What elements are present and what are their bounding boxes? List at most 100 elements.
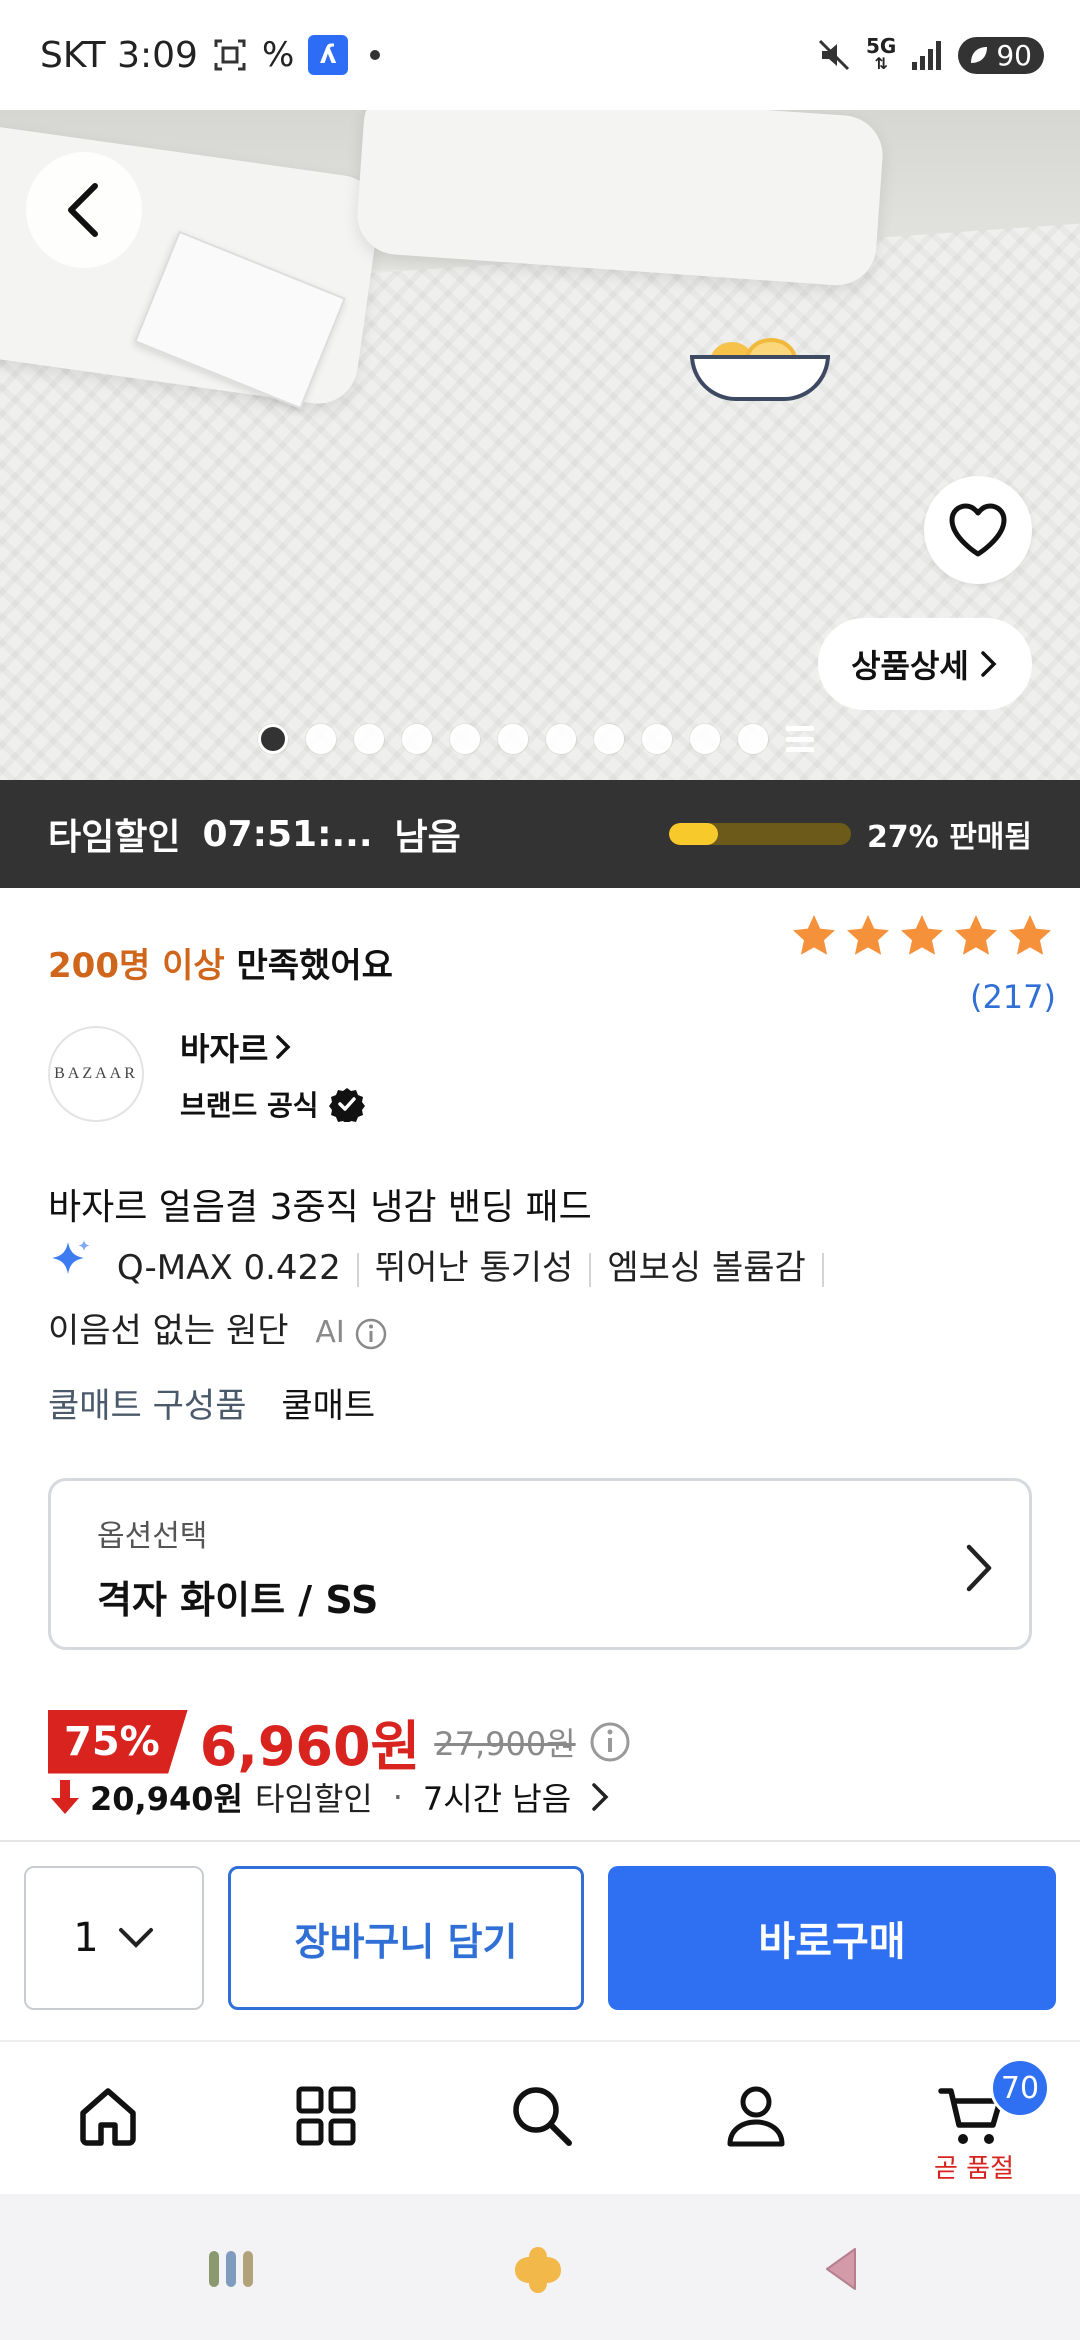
brand-official: 브랜드 공식 — [180, 1084, 365, 1124]
chevron-right-icon — [276, 1035, 291, 1059]
add-to-cart-button[interactable]: 장바구니 담기 — [228, 1866, 584, 2010]
info-icon[interactable] — [588, 1720, 632, 1764]
star-icon — [955, 915, 997, 955]
chevron-right-icon — [966, 1544, 992, 1592]
chevron-right-icon — [592, 1783, 609, 1811]
screenshot-icon — [212, 37, 248, 73]
ai-label: AI — [315, 1315, 345, 1350]
time-sale-countdown: 07:51:... — [202, 813, 373, 855]
carousel-dot[interactable] — [354, 724, 384, 754]
arrow-down-icon — [51, 1780, 79, 1814]
battery-indicator: 90 — [958, 36, 1044, 74]
feature-divider — [356, 1252, 359, 1287]
cart-sold-out-soon-label: 곧 품절 — [934, 2154, 1015, 2184]
review-count-link[interactable]: (217) — [970, 978, 1056, 1016]
purchase-action-bar: 1 장바구니 담기 바로구매 — [0, 1840, 1080, 2040]
wishlist-button[interactable] — [924, 476, 1032, 584]
battery-level: 90 — [996, 38, 1032, 72]
sale-price: 6,960원 — [199, 1715, 421, 1778]
product-image-carousel[interactable]: 상품상세 — [0, 110, 1080, 780]
home-icon — [80, 2088, 136, 2146]
discount-remaining: 7시간 남음 — [422, 1780, 572, 1818]
bottom-nav — [0, 2040, 1080, 2194]
carousel-dot[interactable] — [594, 724, 624, 754]
carousel-dot[interactable] — [402, 724, 432, 754]
recent-apps-button[interactable] — [206, 2244, 256, 2294]
chevron-left-icon — [68, 183, 98, 237]
option-value: 격자 화이트 / SS — [97, 1578, 379, 1622]
brand-name-link[interactable]: 바자르 — [180, 1024, 365, 1070]
home-system-button[interactable] — [510, 2242, 566, 2298]
product-detail-button[interactable]: 상품상세 — [818, 618, 1032, 710]
carousel-dot[interactable] — [498, 724, 528, 754]
brand-logo[interactable]: BAZAAR — [48, 1026, 144, 1122]
carousel-dot[interactable] — [546, 724, 576, 754]
rating-stars[interactable] — [790, 912, 1054, 960]
network-arrows-icon: ⇅ — [874, 54, 888, 73]
time-discount-row[interactable]: 20,940원 타임할인 · 7시간 남음 — [48, 1774, 617, 1820]
status-left: SKT 3:09 % ʎ — [40, 35, 381, 76]
discount-badge: 75% — [48, 1709, 188, 1774]
star-icon — [1009, 915, 1051, 955]
back-system-button[interactable] — [816, 2244, 866, 2294]
feature-item: 엠보싱 볼륨감 — [607, 1248, 806, 1288]
price-row: 75% 6,960원 27,900원 — [48, 1702, 632, 1781]
original-price: 27,900원 — [434, 1724, 576, 1763]
composition-label: 쿨매트 구성품 — [48, 1386, 247, 1426]
carousel-dot[interactable] — [690, 724, 720, 754]
quantity-select[interactable]: 1 — [24, 1866, 204, 2010]
ai-tag[interactable]: AI — [315, 1315, 388, 1350]
network-label: 5G — [866, 34, 897, 58]
percent-icon: % — [261, 35, 295, 75]
profile-icon — [727, 2086, 785, 2147]
separator-dot: · — [392, 1778, 403, 1816]
brand-text: 바자르 브랜드 공식 — [180, 1024, 365, 1124]
carousel-more-icon[interactable] — [786, 726, 814, 752]
nav-category[interactable] — [286, 2076, 366, 2156]
option-label: 옵션선택 — [97, 1519, 208, 1554]
feature-item: 이음선 없는 원단 — [48, 1311, 289, 1351]
system-navigation-bar — [0, 2194, 1080, 2340]
recent-apps-icon — [209, 2251, 253, 2287]
carousel-dot[interactable] — [450, 724, 480, 754]
satisfaction-highlight: 200명 이상 — [48, 946, 225, 986]
carousel-dot[interactable] — [258, 724, 288, 754]
carousel-pager[interactable] — [258, 724, 814, 754]
satisfaction-text: 200명 이상 만족했어요 — [48, 938, 393, 987]
product-detail-label: 상품상세 — [851, 647, 969, 685]
mute-icon — [816, 37, 852, 73]
home-flower-icon — [515, 2247, 561, 2293]
status-right: 5G ⇅ 90 — [816, 34, 1044, 74]
category-icon — [296, 2086, 356, 2146]
sold-percent-label: 27% 판매됨 — [866, 820, 1032, 855]
star-icon — [793, 915, 835, 955]
carousel-dot[interactable] — [642, 724, 672, 754]
feature-divider — [821, 1252, 824, 1287]
option-select[interactable]: 옵션선택 격자 화이트 / SS — [48, 1478, 1032, 1650]
star-icon — [847, 915, 889, 955]
feature-item: Q-MAX 0.422 — [116, 1248, 341, 1288]
back-triangle-icon — [826, 2248, 856, 2290]
time-sale-bar: 타임할인 07:51:... 남음 27% 판매됨 — [0, 780, 1080, 888]
time-sale-remaining: 남음 — [394, 817, 461, 858]
nav-home[interactable] — [68, 2076, 148, 2156]
buy-now-button[interactable]: 바로구매 — [608, 1866, 1056, 2010]
brand-section[interactable]: BAZAAR 바자르 브랜드 공식 — [48, 1024, 365, 1124]
nav-search[interactable] — [502, 2076, 582, 2156]
app-notification-icon: ʎ — [308, 35, 349, 75]
feature-item: 뛰어난 통기성 — [374, 1248, 574, 1288]
search-icon — [513, 2087, 572, 2146]
back-button[interactable] — [26, 152, 142, 268]
carousel-dot[interactable] — [738, 724, 768, 754]
nav-profile[interactable] — [716, 2076, 796, 2156]
carousel-dot[interactable] — [306, 724, 336, 754]
quantity-value: 1 — [73, 1915, 99, 1961]
network-5g-icon: 5G ⇅ — [866, 34, 897, 73]
time-sale-label: 타임할인 — [48, 817, 181, 858]
product-features: Q-MAX 0.422 뛰어난 통기성 엠보싱 볼륨감 이음선 없는 원단 AI — [48, 1238, 1048, 1363]
sold-progress-fill — [668, 823, 719, 845]
brand-official-label: 브랜드 공식 — [180, 1089, 319, 1122]
discount-amount: 20,940원 — [90, 1780, 243, 1818]
sold-progress-track — [668, 823, 851, 845]
more-notifications-dot — [370, 50, 381, 60]
